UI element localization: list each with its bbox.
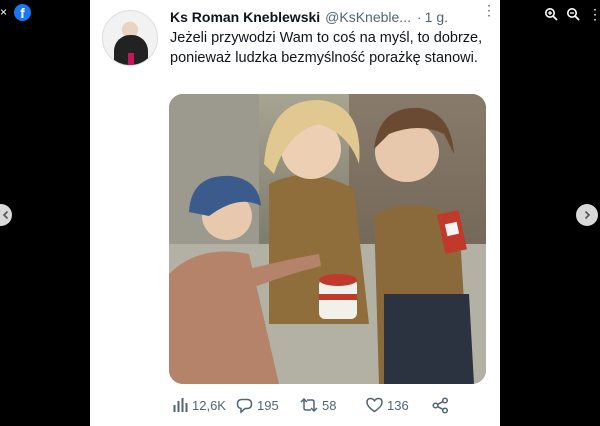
retweets-count: 58 bbox=[322, 397, 337, 413]
next-button[interactable] bbox=[576, 204, 598, 226]
arrow-right-icon bbox=[584, 210, 591, 220]
heart-icon bbox=[366, 397, 383, 413]
tweet-text: Jeżeli przywodzi Wam to coś na myśl, to … bbox=[170, 30, 483, 66]
viewer-toolbar: ⋮ bbox=[544, 6, 600, 22]
zoom-in-icon[interactable] bbox=[544, 7, 558, 21]
tweet-actions: 12,6K 195 58 136 bbox=[170, 394, 470, 416]
arrow-left-icon bbox=[2, 210, 9, 220]
previous-button[interactable] bbox=[0, 204, 12, 226]
analytics-icon bbox=[173, 398, 188, 412]
facebook-logo[interactable]: f bbox=[14, 4, 31, 21]
avatar[interactable] bbox=[102, 10, 158, 66]
avatar-sash bbox=[128, 53, 134, 65]
share-button[interactable] bbox=[432, 394, 449, 416]
photo-viewer: × f ⋮ Ks Roman Kneblewski @KsKneble... ·… bbox=[0, 0, 600, 426]
author-handle[interactable]: @KsKneble... bbox=[325, 9, 411, 25]
reply-icon bbox=[236, 398, 253, 414]
retweet-button[interactable]: 58 bbox=[300, 394, 336, 416]
share-icon bbox=[432, 396, 449, 414]
like-button[interactable]: 136 bbox=[366, 394, 409, 416]
retweet-icon bbox=[300, 397, 318, 413]
tweet-time[interactable]: 1 g. bbox=[425, 9, 448, 25]
photo-illustration bbox=[169, 94, 486, 384]
likes-count: 136 bbox=[387, 397, 409, 413]
author-name[interactable]: Ks Roman Kneblewski bbox=[170, 9, 320, 25]
tweet-photo[interactable] bbox=[169, 94, 486, 384]
more-icon[interactable]: ⋮ bbox=[588, 7, 600, 21]
tweet-header: Ks Roman Kneblewski @KsKneble... · 1 g. bbox=[170, 8, 490, 26]
views-stat[interactable]: 12,6K bbox=[172, 394, 226, 416]
tweet-card: Ks Roman Kneblewski @KsKneble... · 1 g. … bbox=[90, 0, 500, 426]
replies-count: 195 bbox=[257, 397, 279, 413]
views-count: 12,6K bbox=[192, 397, 226, 413]
zoom-out-icon[interactable] bbox=[566, 7, 580, 21]
tweet-more-icon[interactable]: ⋮ bbox=[482, 3, 496, 17]
reply-button[interactable]: 195 bbox=[236, 394, 279, 416]
header-separator: · bbox=[416, 9, 422, 25]
close-icon[interactable]: × bbox=[0, 6, 10, 18]
